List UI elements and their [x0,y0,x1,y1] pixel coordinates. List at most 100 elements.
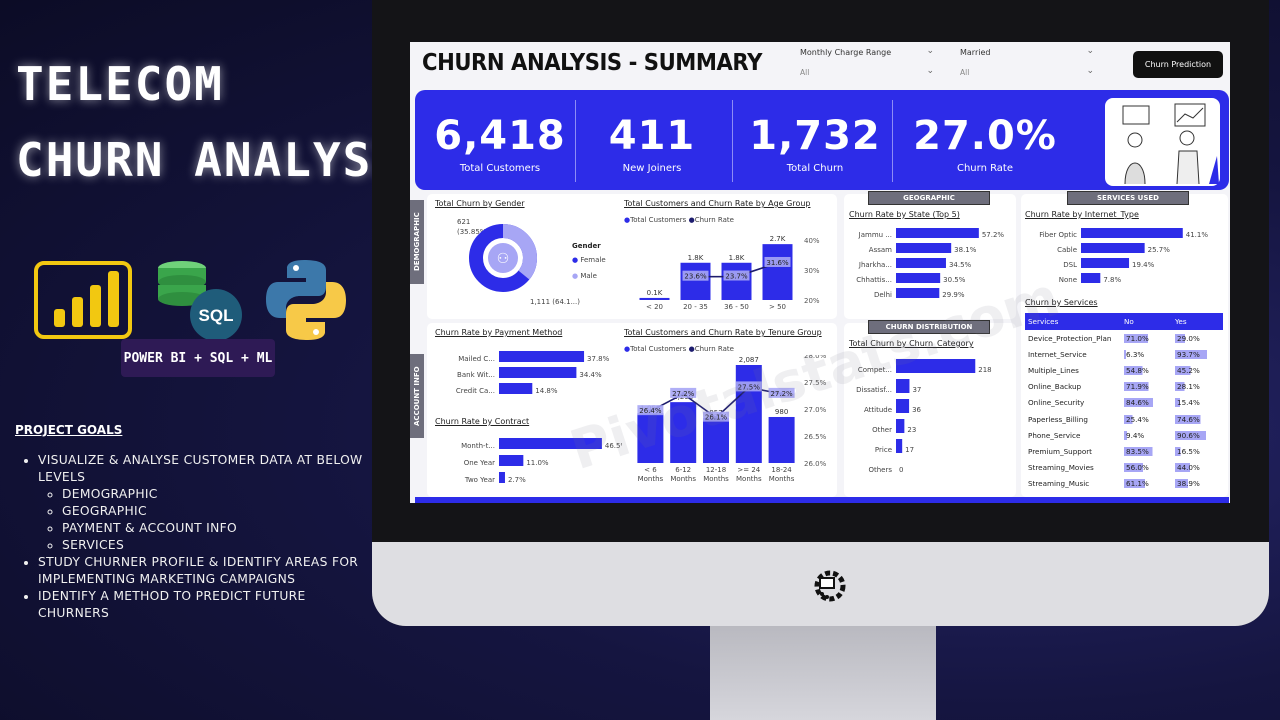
bar [499,383,533,394]
chevron-down-icon: ⌄ [1086,66,1094,76]
table-row: Streaming_Music 61.1% 38.9% [1025,476,1223,492]
bar-category-label: Others [868,466,892,474]
x-tick-label: Months [736,475,762,483]
pct-value: 6.3% [1124,349,1158,359]
services-churn-table: Services No Yes Device_Protection_Plan 71… [1025,313,1223,492]
geographic-card: GEOGRAPHIC Churn Rate by State (Top 5) J… [844,191,1016,319]
bar-category-label: DSL [1063,261,1077,269]
pct-value: 15.4% [1175,398,1209,408]
chart-title: Churn Rate by Internet_Type [1025,210,1139,219]
account-info-card: Churn Rate by Payment Method Mailed C...… [427,323,837,497]
bar-value-label: 23 [907,426,916,434]
kpi-divider [732,100,733,182]
bar-category-label: Jammu ... [858,231,892,239]
bar-value-label: 37 [912,386,921,394]
chevron-down-icon: ⌄ [926,46,934,56]
churn-rate-value-label: 23.6% [684,273,707,281]
pct-value: 38.9% [1175,479,1209,489]
pct-value: 9.4% [1124,430,1158,440]
service-name-cell: Premium_Support [1028,446,1092,456]
section-tag-services: SERVICES USED [1067,191,1189,205]
table-row: Phone_Service 9.4% 90.6% [1025,427,1223,443]
churn-prediction-button[interactable]: Churn Prediction [1133,51,1223,78]
goal-subitem: PAYMENT & ACCOUNT INFO [62,520,378,537]
slicer-married[interactable]: Married ⌄ All ⌄ [958,46,1096,82]
column-bar [703,418,729,463]
churn-distribution-card: CHURN DISTRIBUTION Total Churn by Churn_… [844,320,1016,497]
chart-title: Churn by Services [1025,298,1098,307]
yes-pct-cell: 74.6% [1172,411,1223,427]
column-bar [637,413,664,463]
bar-category-label: Delhi [874,291,892,299]
bar-category-label: Other [872,426,892,434]
goal-item: STUDY CHURNER PROFILE & IDENTIFY AREAS F… [38,554,378,588]
kpi-value: 6,418 [434,113,566,159]
yes-pct-cell: 44.0% [1172,460,1223,476]
kpi-value: 411 [608,113,696,159]
bar-value-label: 11.0% [526,459,549,467]
pct-value: 56.0% [1124,463,1158,473]
slicer-monthly-charge[interactable]: Monthly Charge Range ⌄ All ⌄ [798,46,936,82]
contract-bar-chart: Month-t... 46.5% One Year 11.0% Two Year 2.7% [461,438,622,484]
chart-title: Churn Rate by Contract [435,417,530,426]
pct-value: 44.0% [1175,463,1209,473]
no-pct-cell: 83.5% [1121,443,1172,459]
slide-background: TELECOM CHURN ANALYSIS SQL POWER BI + SQ… [0,0,1280,720]
chart-legend: ●Total Customers ●Churn Rate [624,345,734,353]
pct-value: 74.6% [1175,414,1209,424]
monitor-stand [710,626,936,720]
bar [1081,228,1183,238]
column-bar [762,244,793,300]
bar [896,379,910,393]
chart-title: Churn Rate by Payment Method [435,328,563,337]
powerbi-logo-icon [34,261,132,339]
pct-value: 83.5% [1124,446,1158,456]
column-header: Services [1025,313,1121,330]
bar [896,439,903,453]
pct-value: 28.1% [1175,382,1209,392]
yes-pct-cell: 93.7% [1172,346,1223,362]
project-goals-heading: PROJECT GOALS [15,423,123,437]
table-row: Internet_Service 6.3% 93.7% [1025,346,1223,362]
bar-value-label: 30.5% [943,276,966,284]
column-bar [680,262,711,300]
dashboard-screen: CHURN ANALYSIS - SUMMARY Monthly Charge … [410,42,1230,503]
churn-rate-value-label: 27.2% [770,390,793,398]
slicer-value: All [800,68,810,77]
table-row: Device_Protection_Plan 71.0% 29.0% [1025,330,1223,346]
no-pct-cell: 56.0% [1121,460,1172,476]
tenure-group-combo-chart: 1,058< 6Months1,2966-12Months95712-18Mon… [637,355,827,483]
chevron-down-icon: ⌄ [1086,46,1094,56]
bar-category-label: None [1059,276,1077,284]
x-tick-label: 36 - 50 [724,303,749,311]
service-name-cell: Phone_Service [1028,430,1081,440]
column-bar [670,402,697,463]
goal-subitem: DEMOGRAPHIC [62,486,378,503]
yes-pct-cell: 38.9% [1172,476,1223,492]
age-group-combo-chart: 0.1K < 20 1.8K 20 - 35 1.8K 36 - 50 2.7K > 50 23… [639,235,820,311]
yes-pct-cell: 45.2% [1172,362,1223,378]
y2-tick-label: 27.5% [804,379,827,387]
bar-value-label: 2.7% [508,476,526,484]
sql-logo-text: SQL [199,306,234,325]
bar-value-label: 36 [912,406,921,414]
legend-item-male: ● Male [572,272,597,280]
y2-tick-label: 26.0% [804,460,827,468]
column-value-label: 2.7K [770,235,786,243]
service-name-cell: Streaming_Movies [1028,463,1094,473]
kpi-total-churn: 1,732 Total Churn [735,90,895,190]
x-tick-label: Months [638,475,664,483]
churn-rate-value-label: 26.1% [705,414,728,422]
x-tick-label: < 20 [646,303,663,311]
kpi-value: 1,732 [749,113,881,159]
bar [896,399,910,413]
people-icon: ⚇ [497,251,510,267]
column-bar [721,262,752,300]
kpi-divider [892,100,893,182]
y2-tick-label: 27.0% [804,406,827,414]
churn-rate-value-label: 31.6% [766,259,789,267]
no-pct-cell: 71.0% [1121,330,1172,346]
column-header: Yes [1172,313,1223,330]
table-row: Paperless_Billing 25.4% 74.6% [1025,411,1223,427]
donut-label-male: 1,111 (64.1...) [530,298,580,306]
